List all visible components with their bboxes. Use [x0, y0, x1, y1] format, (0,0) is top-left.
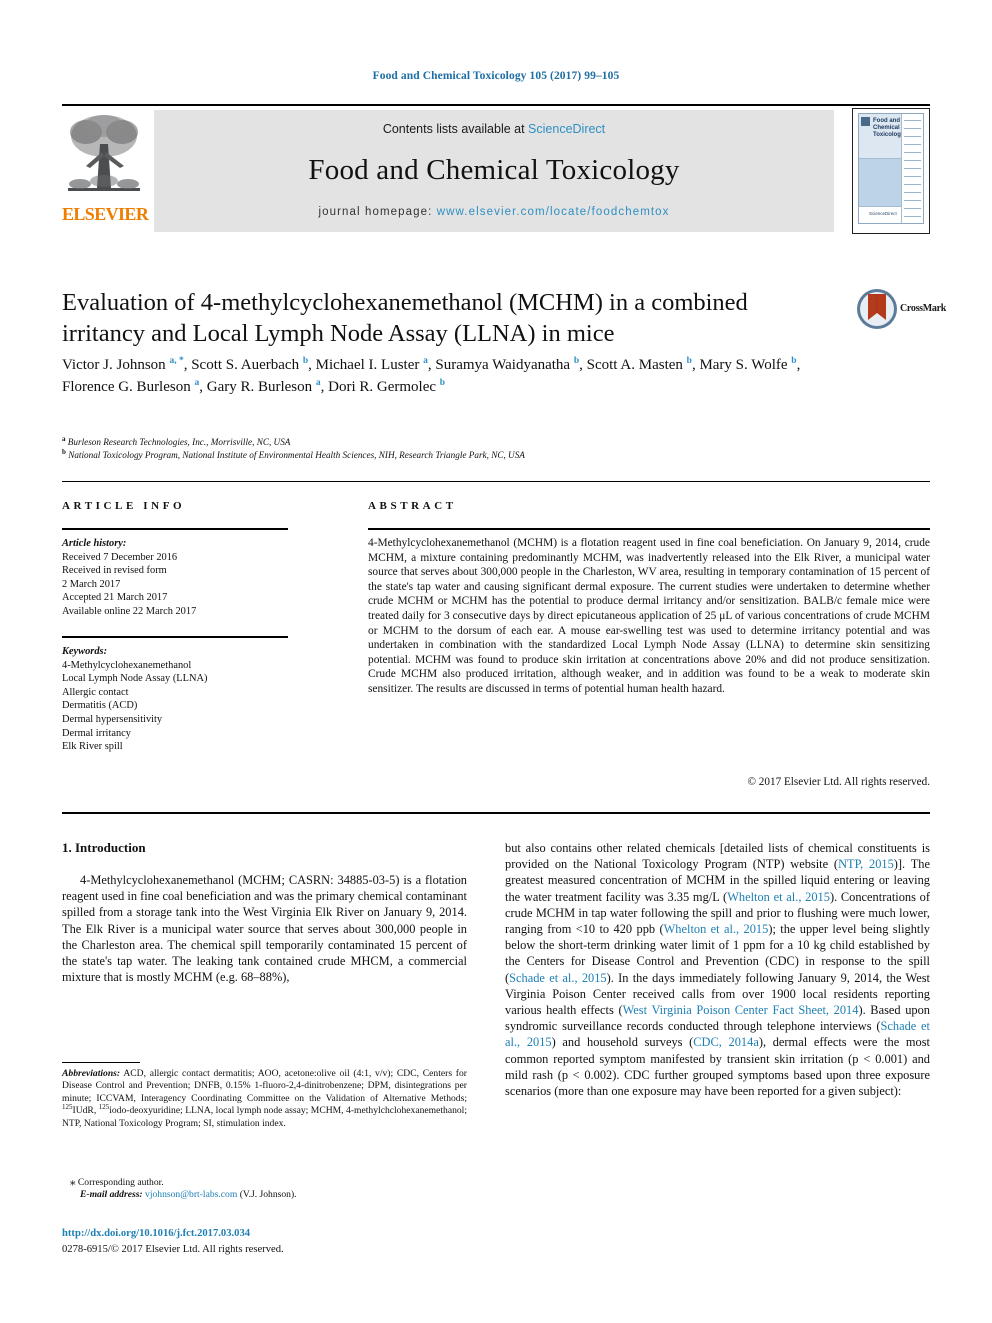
keyword-item: Allergic contact [62, 686, 129, 698]
article-history: Article history: Received 7 December 201… [62, 537, 292, 619]
journal-homepage-line: journal homepage: www.elsevier.com/locat… [154, 206, 834, 218]
running-head: Food and Chemical Toxicology 105 (2017) … [372, 70, 620, 82]
masthead-banner: Contents lists available at ScienceDirec… [154, 110, 834, 232]
author-list: Victor J. Johnson a, *, Scott S. Auerbac… [62, 356, 801, 395]
abstract-copyright: © 2017 Elsevier Ltd. All rights reserved… [747, 776, 931, 788]
corresponding-author-note: ⁎ Corresponding author. [70, 1176, 470, 1190]
journal-article-page: Food and Chemical Toxicology 105 (2017) … [0, 0, 992, 1323]
keywords-rule [62, 636, 288, 638]
doi-link[interactable]: http://dx.doi.org/10.1016/j.fct.2017.03.… [62, 1228, 250, 1239]
article-history-line: 2 March 2017 [62, 578, 121, 590]
article-history-line: Received 7 December 2016 [62, 551, 178, 563]
panel-top-rule [62, 481, 930, 482]
keyword-item: Dermal irritancy [62, 727, 131, 739]
article-history-label: Article history: [62, 538, 127, 549]
issn-copyright-line: 0278-6915/© 2017 Elsevier Ltd. All right… [62, 1244, 284, 1255]
affiliation-list: a Burleson Research Technologies, Inc., … [62, 434, 862, 462]
cover-inner: Food and Chemical Toxicology ScienceDire… [858, 113, 924, 224]
masthead-top-rule [62, 104, 930, 106]
cover-title: Food and Chemical Toxicology [873, 118, 905, 138]
affiliation-marker: b [62, 447, 66, 456]
footnote-rule [62, 1062, 140, 1063]
affiliation-marker: a [62, 434, 66, 443]
cover-spine [901, 114, 923, 223]
cover-artwork [859, 159, 901, 207]
abstract-heading: ABSTRACT [368, 500, 457, 512]
keyword-item: Dermal hypersensitivity [62, 713, 163, 725]
crossmark-badge[interactable]: CrossMark [856, 288, 946, 332]
affiliation-text: National Toxicology Program, National In… [68, 449, 525, 460]
body-column-right: but also contains other related chemical… [505, 840, 930, 1099]
homepage-prefix: journal homepage: [318, 206, 437, 218]
email-suffix: (V.J. Johnson). [239, 1189, 297, 1200]
email-label: E-mail address: [80, 1189, 143, 1200]
article-info-rule [62, 528, 288, 530]
article-info-heading: ARTICLE INFO [62, 500, 186, 512]
intro-paragraph-right: but also contains other related chemical… [505, 841, 931, 1099]
journal-homepage-link[interactable]: www.elsevier.com/locate/foodchemtox [437, 206, 670, 218]
keyword-item: Dermatitis (ACD) [62, 700, 138, 712]
keyword-item: Elk River spill [62, 741, 123, 753]
corresponding-author-text: Corresponding author. [77, 1177, 164, 1188]
email-link[interactable]: vjohnson@brt-labs.com [145, 1189, 237, 1200]
contents-available-line: Contents lists available at ScienceDirec… [154, 122, 834, 136]
abstract-rule [368, 528, 930, 530]
contents-prefix: Contents lists available at [382, 122, 529, 136]
article-history-line: Accepted 21 March 2017 [62, 592, 168, 604]
affiliation-item: a Burleson Research Technologies, Inc., … [62, 434, 862, 449]
sciencedirect-link[interactable]: ScienceDirect [528, 122, 605, 136]
abstract-text: 4-Methylcyclohexanemethanol (MCHM) is a … [368, 537, 930, 695]
cover-header: Food and Chemical Toxicology [859, 114, 905, 159]
affiliation-text: Burleson Research Technologies, Inc., Mo… [67, 437, 291, 447]
keyword-item: 4-Methylcyclohexanemethanol [62, 659, 192, 671]
abbreviations-label: Abbreviations: [62, 1068, 121, 1079]
cover-footer-text: ScienceDirect [869, 211, 897, 216]
journal-cover-thumbnail: Food and Chemical Toxicology ScienceDire… [852, 108, 930, 234]
keyword-item: Local Lymph Node Assay (LLNA) [62, 673, 208, 685]
crossmark-label: CrossMark [900, 303, 947, 314]
asterisk-icon: ⁎ [70, 1176, 76, 1188]
keywords-label: Keywords: [62, 646, 108, 657]
journal-title: Food and Chemical Toxicology [308, 154, 680, 186]
elsevier-logo: ELSEVIER [62, 110, 149, 234]
elsevier-tree-icon [68, 115, 140, 191]
crossmark-icon [857, 289, 897, 329]
body-column-left: 1. Introduction 4-Methylcyclohexanemetha… [62, 840, 467, 985]
abbreviations-note: Abbreviations: ACD, allergic contact der… [62, 1068, 467, 1130]
abbreviations-text: ACD, allergic contact dermatitis; AOO, a… [62, 1068, 467, 1129]
email-note: E-mail address: vjohnson@brt-labs.com (V… [80, 1189, 297, 1200]
cover-logo-icon [861, 117, 870, 126]
section-heading-introduction: 1. Introduction [62, 840, 146, 855]
article-history-line: Received in revised form [62, 565, 167, 577]
affiliation-item: b National Toxicology Program, National … [62, 447, 862, 462]
panel-bottom-rule [62, 812, 930, 814]
page-title: Evaluation of 4-methylcyclohexanemethano… [62, 289, 748, 347]
intro-paragraph-left: 4-Methylcyclohexanemethanol (MCHM; CASRN… [62, 873, 467, 985]
cover-footer: ScienceDirect [859, 206, 901, 223]
journal-masthead: ELSEVIER Contents lists available at Sci… [62, 108, 930, 234]
elsevier-wordmark: ELSEVIER [62, 204, 149, 224]
article-history-line: Available online 22 March 2017 [62, 605, 197, 617]
keyword-list: Keywords: 4-Methylcyclohexanemethanol Lo… [62, 645, 297, 754]
